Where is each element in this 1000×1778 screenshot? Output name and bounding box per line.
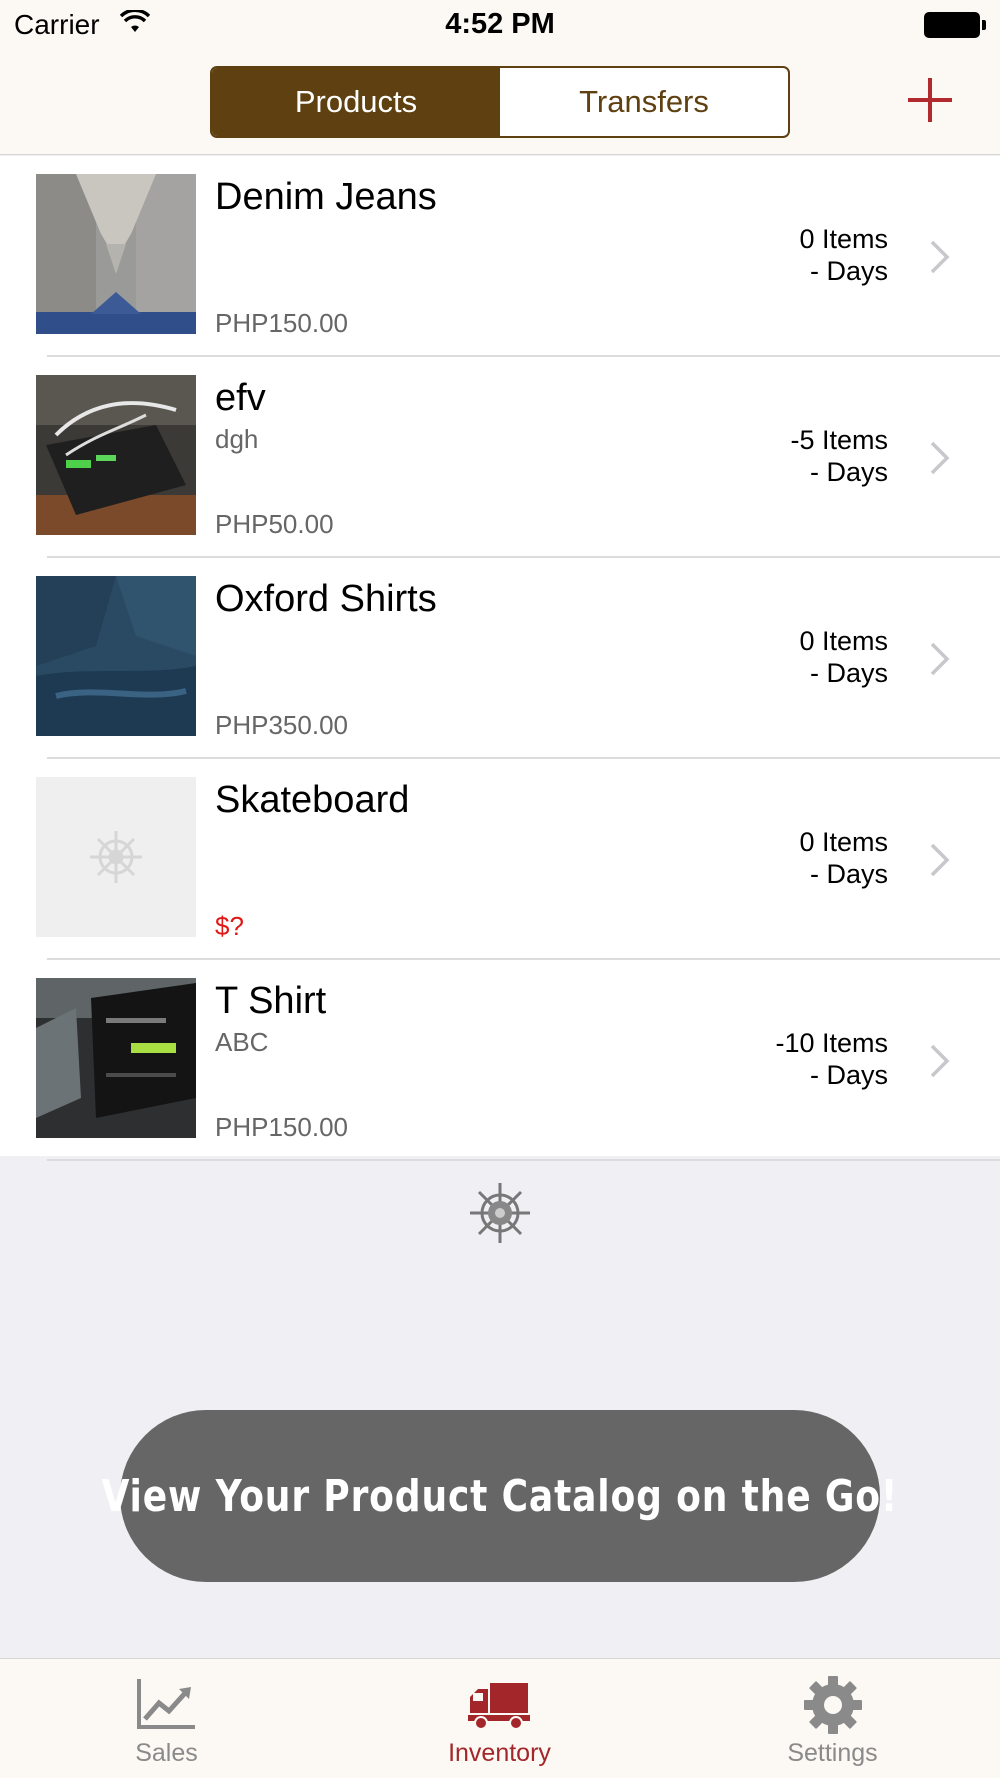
days-count: - Days xyxy=(809,256,888,286)
product-image xyxy=(36,978,196,1138)
product-price: PHP150.00 xyxy=(215,1112,348,1142)
product-price: PHP150.00 xyxy=(215,308,348,338)
product-image-placeholder xyxy=(36,777,196,937)
tab-label: Sales xyxy=(135,1739,198,1767)
segmented-control: Products Transfers xyxy=(210,66,790,138)
truck-icon xyxy=(467,1683,530,1730)
battery-icon xyxy=(924,12,986,38)
product-price: $? xyxy=(215,911,244,941)
days-count: - Days xyxy=(809,1060,888,1090)
chevron-right-icon xyxy=(930,642,950,676)
product-image xyxy=(36,174,196,334)
chevron-right-icon xyxy=(930,441,950,475)
item-count: 0 Items xyxy=(799,224,888,254)
product-list: Denim Jeans PHP150.00 0 Items - Days efv… xyxy=(0,156,1000,1161)
tab-label: Inventory xyxy=(448,1739,551,1767)
days-count: - Days xyxy=(809,658,888,688)
clock: 4:52 PM xyxy=(445,8,555,40)
chevron-right-icon xyxy=(930,843,950,877)
gear-icon xyxy=(803,1676,862,1734)
chart-icon xyxy=(136,1679,195,1729)
list-item[interactable]: efv dgh PHP50.00 -5 Items - Days xyxy=(0,357,1000,558)
tab-inventory[interactable]: Inventory xyxy=(333,1659,666,1778)
status-bar: Carrier 4:52 PM xyxy=(0,0,1000,50)
product-price: PHP50.00 xyxy=(215,509,334,539)
ship-wheel-icon xyxy=(90,831,142,883)
product-name: Oxford Shirts xyxy=(215,578,437,620)
days-count: - Days xyxy=(809,859,888,889)
ship-wheel-logo-icon xyxy=(470,1183,530,1243)
item-count: 0 Items xyxy=(799,827,888,857)
list-item[interactable]: Oxford Shirts PHP350.00 0 Items - Days xyxy=(0,558,1000,759)
product-name: T Shirt xyxy=(215,980,327,1022)
list-item[interactable]: T Shirt ABC PHP150.00 -10 Items - Days xyxy=(0,960,1000,1161)
product-price: PHP350.00 xyxy=(215,710,348,740)
item-count: -10 Items xyxy=(775,1028,888,1058)
tab-settings[interactable]: Settings xyxy=(666,1659,999,1778)
tab-sales[interactable]: Sales xyxy=(0,1659,333,1778)
days-count: - Days xyxy=(809,457,888,487)
product-name: Denim Jeans xyxy=(215,176,437,218)
product-name: efv xyxy=(215,377,266,419)
chevron-right-icon xyxy=(930,1044,950,1078)
item-count: -5 Items xyxy=(790,425,888,455)
chevron-right-icon xyxy=(930,240,950,274)
list-item[interactable]: Denim Jeans PHP150.00 0 Items - Days xyxy=(0,156,1000,357)
product-image xyxy=(36,576,196,736)
product-name: Skateboard xyxy=(215,779,410,821)
segment-products[interactable]: Products xyxy=(212,68,500,136)
promo-text: View Your Product Catalog on the Go! xyxy=(101,1470,899,1522)
tab-bar: Sales Inventory Settings xyxy=(0,1658,1000,1778)
segment-transfers[interactable]: Transfers xyxy=(500,68,788,136)
item-count: 0 Items xyxy=(799,626,888,656)
row-divider xyxy=(47,1159,1000,1161)
product-image xyxy=(36,375,196,535)
plus-icon[interactable] xyxy=(905,75,955,125)
nav-bar: Products Transfers xyxy=(0,50,1000,155)
product-description: ABC xyxy=(215,1027,269,1057)
promo-banner[interactable]: View Your Product Catalog on the Go! xyxy=(102,1410,898,1582)
product-description: dgh xyxy=(215,424,259,454)
list-item[interactable]: Skateboard $? 0 Items - Days xyxy=(0,759,1000,960)
tab-label: Settings xyxy=(787,1739,878,1767)
